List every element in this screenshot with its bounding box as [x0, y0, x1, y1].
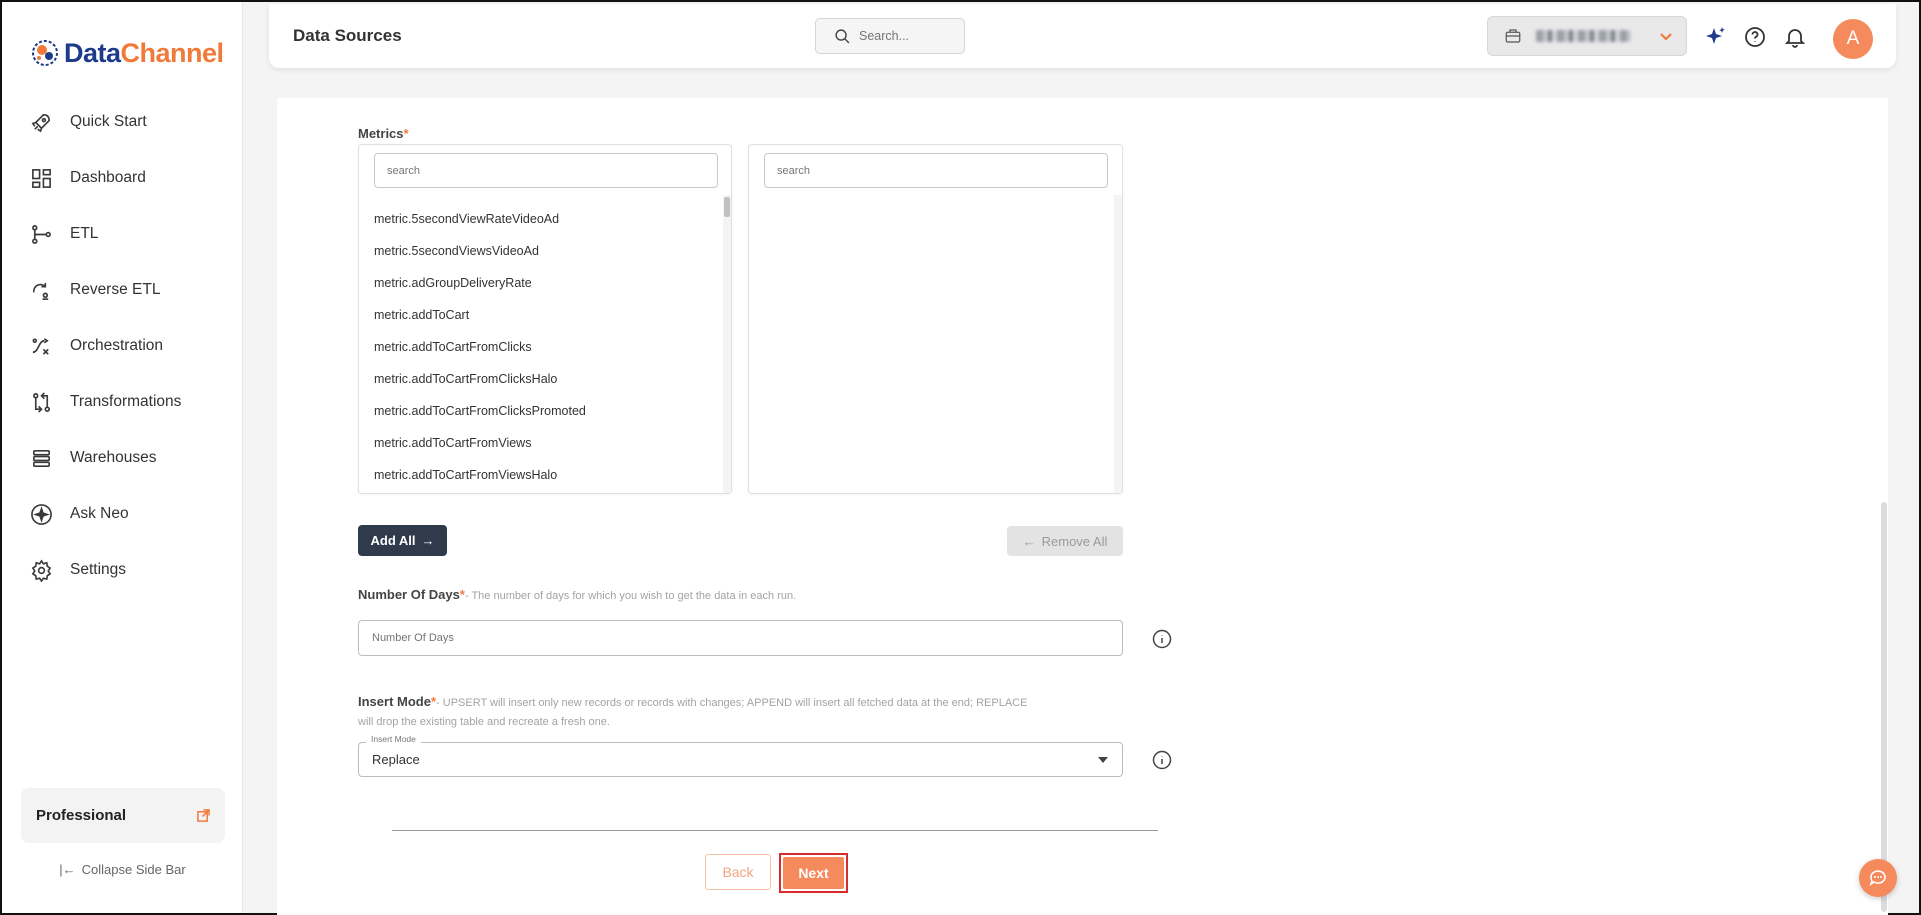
sidebar-item-dashboard[interactable]: Dashboard — [2, 150, 243, 206]
number-of-days-hint: - The number of days for which you wish … — [464, 590, 797, 602]
info-icon[interactable] — [1152, 750, 1172, 770]
bell-icon[interactable] — [1783, 25, 1807, 49]
search-input[interactable] — [859, 29, 959, 43]
selected-list-scrollbar[interactable] — [1114, 195, 1122, 493]
available-metrics-list: metric.5secondViewRateVideoAd metric.5se… — [358, 144, 732, 494]
page-title: Data Sources — [293, 26, 402, 45]
list-item[interactable]: metric.addToCart — [374, 299, 586, 331]
chevron-down-icon — [1660, 33, 1672, 41]
orchestration-icon — [29, 334, 53, 358]
arrow-left-icon: ← — [1022, 533, 1036, 549]
sidebar-nav: Quick Start Dashboard ETL Reverse ETL Or… — [2, 94, 243, 598]
chat-support-button[interactable] — [1859, 859, 1897, 897]
external-link-icon[interactable] — [197, 809, 210, 822]
list-item[interactable]: metric.addToCartFromViews — [374, 427, 586, 459]
ai-sparkle-icon[interactable] — [1703, 25, 1727, 49]
metrics-label-text: Metrics — [358, 126, 404, 141]
sidebar-item-transformations[interactable]: Transformations — [2, 374, 243, 430]
insert-mode-legend: Insert Mode — [366, 734, 421, 744]
list-item[interactable]: metric.addToCartFromClicks — [374, 331, 586, 363]
search-icon — [835, 28, 850, 43]
available-metrics-search[interactable] — [374, 153, 718, 188]
sidebar-item-label: Orchestration — [70, 337, 164, 354]
required-mark: * — [403, 126, 409, 141]
logo[interactable]: DataChannel — [30, 35, 224, 71]
list-item[interactable]: metric.addToCartFromClicksHalo — [374, 363, 586, 395]
plan-label: Professional — [36, 807, 127, 824]
sidebar-item-settings[interactable]: Settings — [2, 542, 243, 598]
sidebar-item-label: Quick Start — [70, 113, 147, 130]
sparkle-icon — [29, 502, 53, 526]
user-avatar[interactable]: A — [1833, 19, 1873, 59]
insert-mode-label-text: Insert Mode — [358, 694, 431, 709]
back-button[interactable]: Back — [705, 854, 771, 890]
sidebar-item-etl[interactable]: ETL — [2, 206, 243, 262]
sidebar-item-label: Settings — [70, 561, 127, 578]
selected-metrics-search[interactable] — [764, 153, 1108, 188]
sidebar-item-warehouses[interactable]: Warehouses — [2, 430, 243, 486]
number-of-days-label-text: Number Of Days — [358, 587, 460, 602]
sidebar-item-label: Transformations — [70, 393, 182, 410]
global-search[interactable] — [815, 18, 965, 54]
sidebar-item-quick-start[interactable]: Quick Start — [2, 94, 243, 150]
number-of-days-label: Number Of Days*- The number of days for … — [358, 587, 796, 602]
rocket-icon — [29, 110, 53, 134]
available-list-scroll-thumb[interactable] — [724, 197, 730, 217]
chat-bubble-icon — [1869, 870, 1886, 886]
sidebar-item-label: Reverse ETL — [70, 281, 161, 298]
workspace-selector[interactable] — [1487, 16, 1687, 56]
insert-mode-hint-line2: will drop the existing table and recreat… — [358, 716, 610, 728]
collapse-arrow-icon: |← — [59, 862, 76, 877]
collapse-label: Collapse Side Bar — [81, 862, 186, 877]
logo-globe-icon — [32, 40, 58, 66]
sidebar-item-label: ETL — [70, 225, 99, 242]
etl-icon — [29, 222, 53, 246]
add-all-button[interactable]: Add All → — [358, 525, 447, 556]
sidebar-item-ask-neo[interactable]: Ask Neo — [2, 486, 243, 542]
available-list-scrollbar[interactable] — [723, 195, 731, 493]
insert-mode-hint-line1: - UPSERT will insert only new records or… — [436, 697, 1028, 709]
selected-metrics-list — [748, 144, 1123, 494]
sidebar-item-orchestration[interactable]: Orchestration — [2, 318, 243, 374]
briefcase-icon — [1505, 29, 1521, 43]
info-icon[interactable] — [1152, 629, 1172, 649]
list-item[interactable]: metric.5secondViewRateVideoAd — [374, 203, 586, 235]
logo-text: DataChannel — [64, 37, 224, 68]
page-scrollbar[interactable] — [1881, 502, 1887, 912]
sidebar-item-reverse-etl[interactable]: Reverse ETL — [2, 262, 243, 318]
reverse-etl-icon — [29, 278, 53, 302]
next-button[interactable]: Next — [783, 857, 844, 889]
next-button-highlight: Next — [779, 853, 848, 893]
collapse-sidebar-button[interactable]: |← Collapse Side Bar — [2, 862, 243, 877]
list-item[interactable]: metric.5secondViewsVideoAd — [374, 235, 586, 267]
sidebar-item-label: Dashboard — [70, 169, 146, 186]
insert-mode-select[interactable]: Replace — [358, 742, 1123, 777]
plan-card[interactable]: Professional — [21, 788, 225, 843]
dropdown-caret-icon — [1098, 757, 1108, 763]
help-icon[interactable] — [1743, 25, 1767, 49]
sidebar-item-label: Warehouses — [70, 449, 157, 466]
add-all-label: Add All — [370, 533, 416, 548]
list-item[interactable]: metric.addToCartFromClicksPromoted — [374, 395, 586, 427]
metrics-label: Metrics* — [358, 126, 409, 141]
top-header: Data Sources A — [269, 4, 1896, 68]
sidebar: DataChannel Quick Start Dashboard ETL Re… — [2, 2, 243, 913]
list-item[interactable]: metric.addToCartFromViewsHalo — [374, 459, 586, 491]
remove-all-label: Remove All — [1041, 533, 1108, 549]
warehouses-icon — [29, 446, 53, 470]
form-divider — [392, 830, 1158, 831]
transformations-icon — [29, 390, 53, 414]
insert-mode-label: Insert Mode*- UPSERT will insert only ne… — [358, 693, 1118, 731]
arrow-right-icon: → — [421, 533, 435, 548]
insert-mode-value: Replace — [372, 752, 420, 767]
gear-icon — [29, 558, 53, 582]
remove-all-button[interactable]: ← Remove All — [1007, 526, 1123, 556]
list-item[interactable]: metric.adGroupDeliveryRate — [374, 267, 586, 299]
number-of-days-input[interactable] — [358, 620, 1123, 656]
workspace-name-redacted — [1536, 30, 1631, 42]
dashboard-icon — [29, 166, 53, 190]
sidebar-item-label: Ask Neo — [70, 505, 129, 522]
available-metrics-items: metric.5secondViewRateVideoAd metric.5se… — [374, 203, 586, 491]
